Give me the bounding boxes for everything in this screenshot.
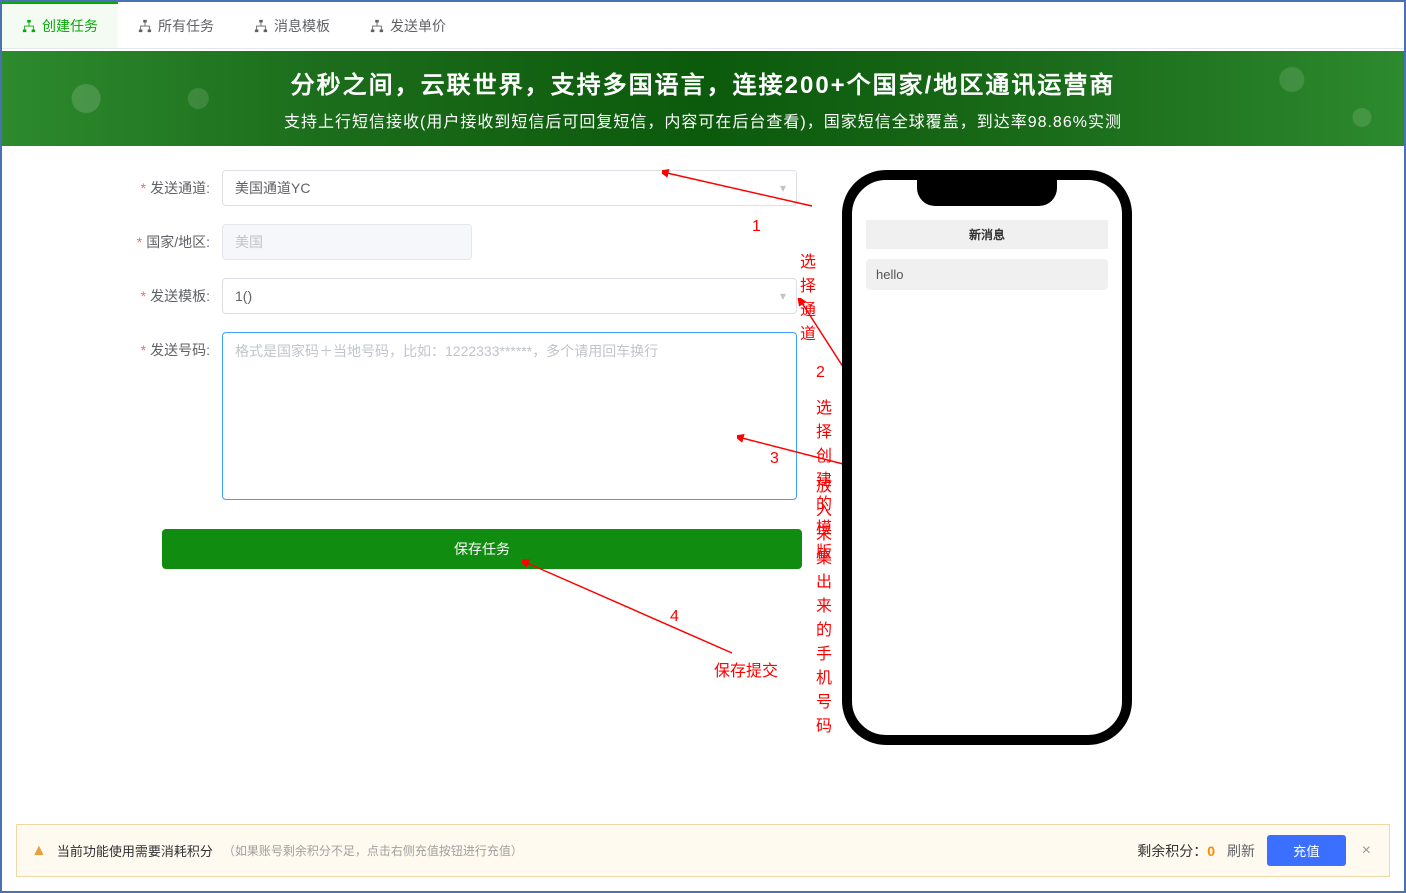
warning-icon: ▲ xyxy=(31,842,47,860)
anno-4-num: 4 xyxy=(670,608,679,626)
chevron-down-icon: ▾ xyxy=(780,181,786,195)
recharge-button[interactable]: 充值 xyxy=(1267,835,1346,866)
numbers-textarea[interactable] xyxy=(222,332,797,500)
phone-preview: 新消息 hello xyxy=(842,170,1132,745)
channel-select[interactable]: 美国通道YC ▾ xyxy=(222,170,797,206)
hierarchy-icon xyxy=(254,19,268,33)
tab-message-template[interactable]: 消息模板 xyxy=(234,2,350,48)
tab-send-price[interactable]: 发送单价 xyxy=(350,2,466,48)
country-input: 美国 xyxy=(222,224,472,260)
anno-2-text: 选择创建的模版 xyxy=(816,394,832,562)
points-value: 0 xyxy=(1207,843,1215,859)
template-value: 1() xyxy=(235,288,252,304)
label-channel: *发送通道: xyxy=(22,170,222,198)
tab-label: 创建任务 xyxy=(42,16,98,36)
label-numbers: *发送号码: xyxy=(22,332,222,360)
tab-label: 消息模板 xyxy=(274,16,330,36)
anno-1-text: 选择通道 xyxy=(800,248,816,344)
tab-create-task[interactable]: 创建任务 xyxy=(2,2,118,48)
message-preview: hello xyxy=(866,259,1108,290)
banner-subtitle: 支持上行短信接收(用户接收到短信后可回复短信，内容可在后台查看)，国家短信全球覆… xyxy=(22,108,1384,132)
country-value: 美国 xyxy=(235,232,263,252)
tab-label: 发送单价 xyxy=(390,16,446,36)
tabs-bar: 创建任务 所有任务 消息模板 发送单价 xyxy=(2,2,1404,49)
points-label: 剩余积分：0 xyxy=(1137,841,1215,861)
tab-all-tasks[interactable]: 所有任务 xyxy=(118,2,234,48)
template-select[interactable]: 1() ▾ xyxy=(222,278,797,314)
banner: 分秒之间，云联世界，支持多国语言，连接200+个国家/地区通讯运营商 支持上行短… xyxy=(2,51,1404,146)
footer-bar: ▲ 当前功能使用需要消耗积分 （如果账号剩余积分不足，点击右侧充值按钮进行充值）… xyxy=(16,824,1390,877)
banner-title: 分秒之间，云联世界，支持多国语言，连接200+个国家/地区通讯运营商 xyxy=(22,65,1384,100)
anno-3-text: 放入采集出来的手机号码 xyxy=(816,472,832,736)
phone-header: 新消息 xyxy=(866,220,1108,249)
save-task-button[interactable]: 保存任务 xyxy=(162,529,802,569)
anno-2-num: 2 xyxy=(816,364,825,382)
hierarchy-icon xyxy=(22,19,36,33)
refresh-link[interactable]: 刷新 xyxy=(1227,841,1255,861)
label-template: *发送模板: xyxy=(22,278,222,306)
label-country: *国家/地区: xyxy=(22,224,222,252)
chevron-down-icon: ▾ xyxy=(780,289,786,303)
hierarchy-icon xyxy=(138,19,152,33)
close-icon[interactable]: × xyxy=(1358,842,1375,860)
tab-label: 所有任务 xyxy=(158,16,214,36)
channel-value: 美国通道YC xyxy=(235,178,310,198)
hierarchy-icon xyxy=(370,19,384,33)
footer-main-text: 当前功能使用需要消耗积分 xyxy=(57,841,213,860)
anno-4-text: 保存提交 xyxy=(714,657,778,681)
footer-sub-text: （如果账号剩余积分不足，点击右侧充值按钮进行充值） xyxy=(223,842,523,859)
